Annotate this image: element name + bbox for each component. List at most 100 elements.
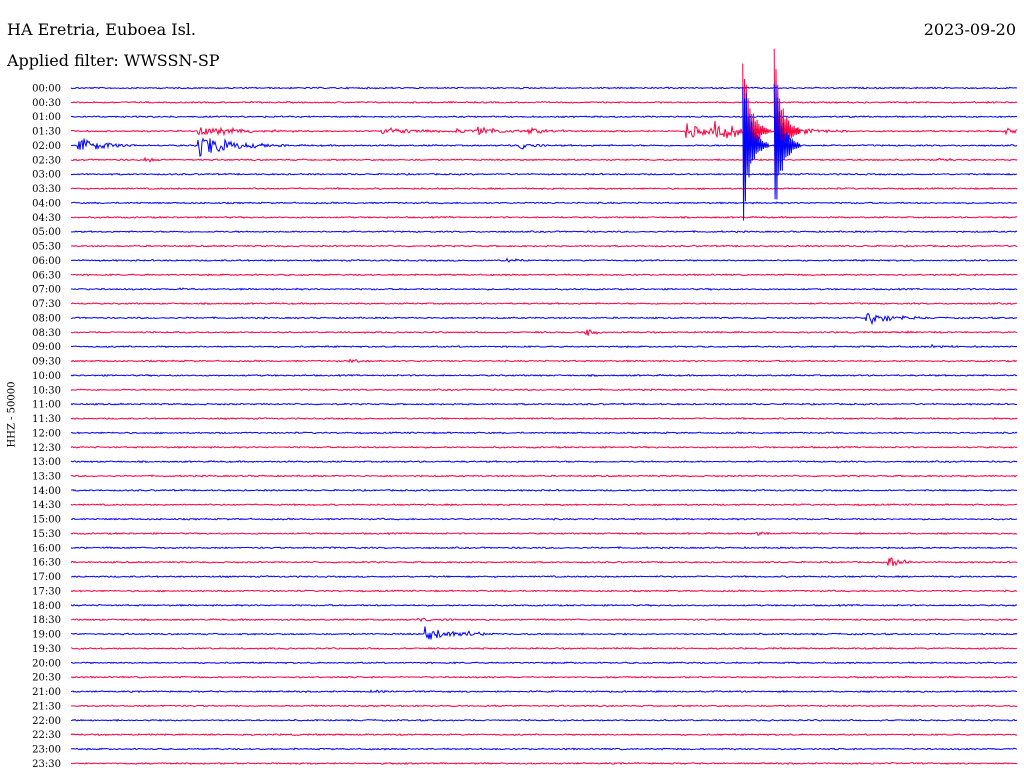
time-label-0630: 06:30	[32, 270, 61, 281]
time-label-2330: 23:30	[32, 759, 61, 770]
trace-row-0500	[70, 230, 1018, 234]
trace-row-0900	[70, 343, 1018, 349]
time-label-2000: 20:00	[32, 658, 61, 669]
time-label-0300: 03:00	[32, 170, 61, 181]
time-label-1300: 13:00	[32, 457, 61, 468]
trace-row-2330	[70, 761, 1018, 766]
trace-row-1630	[70, 557, 1018, 567]
time-label-1000: 10:00	[32, 371, 61, 382]
trace-row-0230	[70, 156, 1018, 163]
trace-row-0100	[70, 115, 1018, 119]
time-label-0500: 05:00	[32, 227, 61, 238]
time-label-0430: 04:30	[32, 213, 61, 224]
time-label-1230: 12:30	[32, 443, 61, 454]
time-label-1600: 16:00	[32, 543, 61, 554]
time-label-1130: 11:30	[32, 414, 61, 425]
trace-row-1000	[70, 373, 1018, 378]
trace-row-2100	[70, 689, 1018, 694]
time-label-1930: 19:30	[32, 644, 61, 655]
helicorder-plot: 00:00 00:30 01:00 01:30 02:00 02:30 03:00 03:30…	[32, 48, 1018, 770]
trace-row-2230	[70, 733, 1018, 737]
trace-row-1300	[70, 460, 1018, 464]
trace-row-2300	[70, 747, 1018, 751]
trace-row-0800	[70, 312, 1018, 326]
time-label-0530: 05:30	[32, 242, 61, 253]
trace-rows	[70, 48, 1018, 766]
trace-row-2030	[70, 675, 1018, 679]
time-label-0700: 07:00	[32, 285, 61, 296]
time-label-1530: 15:30	[32, 529, 61, 540]
time-label-1100: 11:00	[32, 400, 61, 411]
trace-row-1800	[70, 603, 1018, 607]
trace-row-1130	[70, 416, 1018, 421]
trace-row-1830	[70, 617, 1018, 623]
trace-row-1530	[70, 531, 1018, 536]
trace-row-1200	[70, 431, 1018, 435]
trace-row-0830	[70, 329, 1018, 336]
time-label-0230: 02:30	[32, 155, 61, 166]
trace-row-1900	[70, 626, 1018, 640]
trace-row-1430	[70, 503, 1018, 507]
time-label-2100: 21:00	[32, 687, 61, 698]
time-label-2130: 21:30	[32, 701, 61, 712]
time-label-2230: 22:30	[32, 730, 61, 741]
time-label-1830: 18:30	[32, 615, 61, 626]
time-label-1330: 13:30	[32, 471, 61, 482]
time-label-0830: 08:30	[32, 328, 61, 339]
time-label-1630: 16:30	[32, 558, 61, 569]
trace-row-0730	[70, 301, 1018, 306]
time-label-0600: 06:00	[32, 256, 61, 267]
time-label-0330: 03:30	[32, 184, 61, 195]
trace-row-0600	[70, 257, 1018, 263]
trace-row-1930	[70, 646, 1018, 650]
time-label-0930: 09:30	[32, 357, 61, 368]
time-label-1030: 10:30	[32, 385, 61, 396]
time-label-0200: 02:00	[32, 141, 61, 152]
trace-row-0700	[70, 287, 1018, 291]
time-label-1430: 14:30	[32, 500, 61, 511]
time-label-2030: 20:30	[32, 673, 61, 684]
trace-row-2130	[70, 704, 1018, 708]
time-label-1730: 17:30	[32, 586, 61, 597]
time-label-0100: 01:00	[32, 112, 61, 123]
time-label-1200: 12:00	[32, 428, 61, 439]
trace-row-0930	[70, 358, 1018, 364]
trace-row-0000	[70, 86, 1018, 90]
trace-row-0200	[70, 137, 1018, 158]
time-label-2300: 23:00	[32, 745, 61, 756]
time-label-1400: 14:00	[32, 486, 61, 497]
time-labels: 00:00 00:30 01:00 01:30 02:00 02:30 03:00 03:30…	[32, 84, 61, 770]
trace-row-1230	[70, 445, 1018, 449]
time-label-0730: 07:30	[32, 299, 61, 310]
trace-row-0630	[70, 273, 1018, 277]
trace-row-2200	[70, 718, 1018, 722]
trace-row-0300	[70, 172, 1018, 176]
trace-row-1600	[70, 546, 1018, 550]
trace-row-1700	[70, 574, 1018, 579]
trace-row-1100	[70, 402, 1018, 406]
large-event-spike	[742, 86, 770, 221]
trace-row-0030	[70, 100, 1018, 104]
time-label-0130: 01:30	[32, 127, 61, 138]
trace-row-0130	[70, 120, 1018, 139]
time-label-0900: 09:00	[32, 342, 61, 353]
time-label-0030: 00:30	[32, 98, 61, 109]
trace-row-1030	[70, 388, 1018, 392]
trace-row-0330	[70, 186, 1018, 191]
time-label-0000: 00:00	[32, 84, 61, 95]
trace-row-1330	[70, 474, 1018, 478]
trace-row-1400	[70, 488, 1018, 492]
time-label-1900: 19:00	[32, 630, 61, 641]
trace-row-1730	[70, 589, 1018, 593]
time-label-1500: 15:00	[32, 515, 61, 526]
large-event-spike	[773, 83, 801, 200]
trace-row-2000	[70, 661, 1018, 665]
trace-row-0400	[70, 201, 1018, 205]
time-label-0400: 04:00	[32, 198, 61, 209]
time-label-0800: 08:00	[32, 313, 61, 324]
time-label-1800: 18:00	[32, 601, 61, 612]
time-label-1700: 17:00	[32, 572, 61, 583]
trace-row-0530	[70, 244, 1018, 248]
time-label-2200: 22:00	[32, 716, 61, 727]
trace-row-1500	[70, 517, 1018, 521]
